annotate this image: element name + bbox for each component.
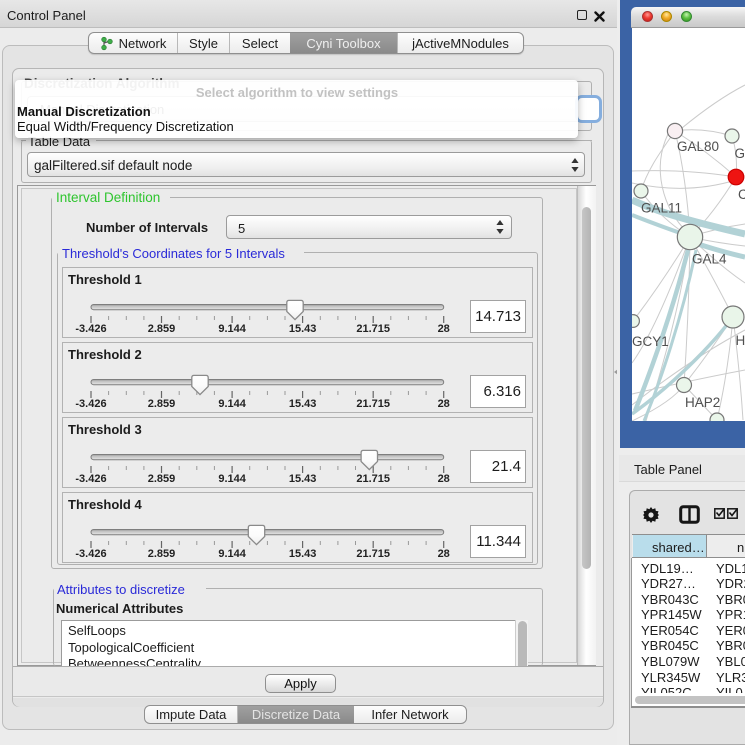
svg-text:HAP2: HAP2 [685,395,720,410]
svg-text:2.859: 2.859 [148,473,176,485]
svg-text:GCY1: GCY1 [632,334,669,349]
svg-text:-3.426: -3.426 [75,323,106,335]
svg-text:15.43: 15.43 [289,398,317,410]
svg-text:21.715: 21.715 [356,473,390,485]
svg-text:21.715: 21.715 [356,323,390,335]
svg-text:21.715: 21.715 [356,398,390,410]
svg-text:GA: GA [735,146,745,161]
svg-text:9.144: 9.144 [218,548,246,560]
svg-text:28: 28 [438,398,450,410]
svg-text:GAL4: GAL4 [692,252,727,267]
svg-text:21.715: 21.715 [356,548,390,560]
svg-text:2.859: 2.859 [148,398,176,410]
svg-text:CY: CY [738,187,745,202]
svg-text:9.144: 9.144 [218,323,246,335]
svg-text:15.43: 15.43 [289,548,317,560]
svg-text:-3.426: -3.426 [75,473,106,485]
svg-text:GAL80: GAL80 [677,139,719,154]
svg-text:9.144: 9.144 [218,398,246,410]
svg-text:-3.426: -3.426 [75,398,106,410]
svg-text:28: 28 [438,548,450,560]
svg-text:28: 28 [438,323,450,335]
svg-text:28: 28 [438,473,450,485]
svg-text:GAL11: GAL11 [641,201,682,216]
svg-text:2.859: 2.859 [148,323,176,335]
svg-text:15.43: 15.43 [289,323,317,335]
svg-text:15.43: 15.43 [289,473,317,485]
svg-text:HA: HA [736,333,745,348]
svg-text:9.144: 9.144 [218,473,246,485]
svg-text:-3.426: -3.426 [75,548,106,560]
svg-text:2.859: 2.859 [148,548,176,560]
